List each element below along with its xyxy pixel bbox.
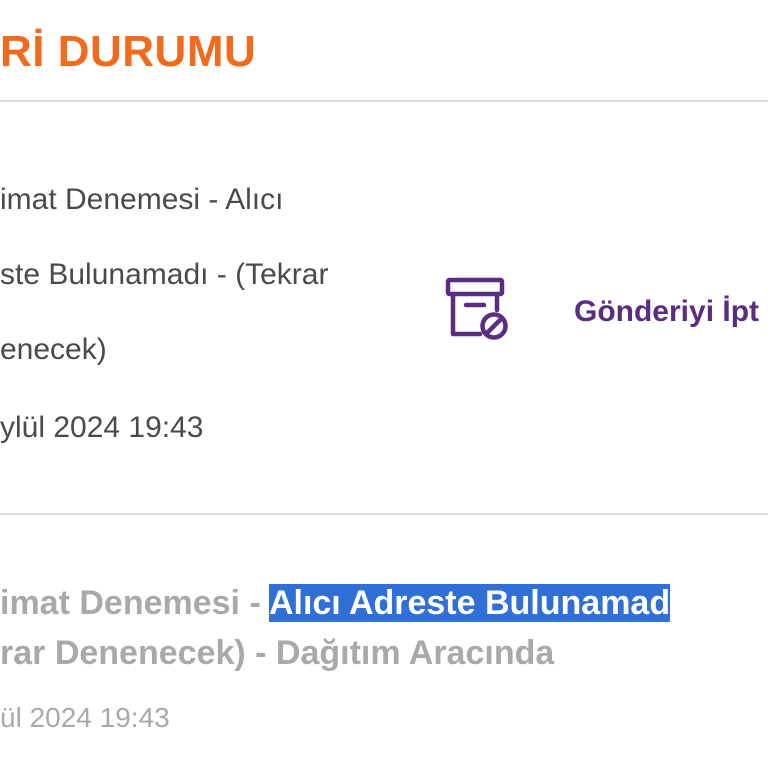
section-title: Rİ DURUMU	[0, 27, 257, 76]
shipment-status-panel: Rİ DURUMU imat Denemesi - Alıcı ste Bulu…	[0, 0, 768, 768]
history-status-line-2: rar Denenecek) - Dağıtım Aracında	[0, 634, 555, 672]
cancel-shipment-link[interactable]: Gönderiyi İpt	[574, 292, 759, 332]
package-cancel-icon[interactable]	[444, 276, 512, 344]
current-status-date: ylül 2024 19:43	[0, 411, 204, 444]
history-status-prefix: imat Denemesi -	[0, 584, 269, 622]
history-status-date: ül 2024 19:43	[0, 702, 170, 733]
divider	[0, 100, 768, 102]
divider	[0, 513, 768, 515]
current-status-line-1: imat Denemesi - Alıcı	[0, 183, 284, 216]
history-status-highlighted: Alıcı Adreste Bulunamad	[268, 584, 671, 622]
current-status-line-3: enecek)	[0, 333, 107, 366]
current-status-line-2: ste Bulunamadı - (Tekrar	[0, 258, 329, 291]
history-status-text: imat Denemesi - Alıcı Adreste Bulunamad …	[0, 578, 768, 678]
